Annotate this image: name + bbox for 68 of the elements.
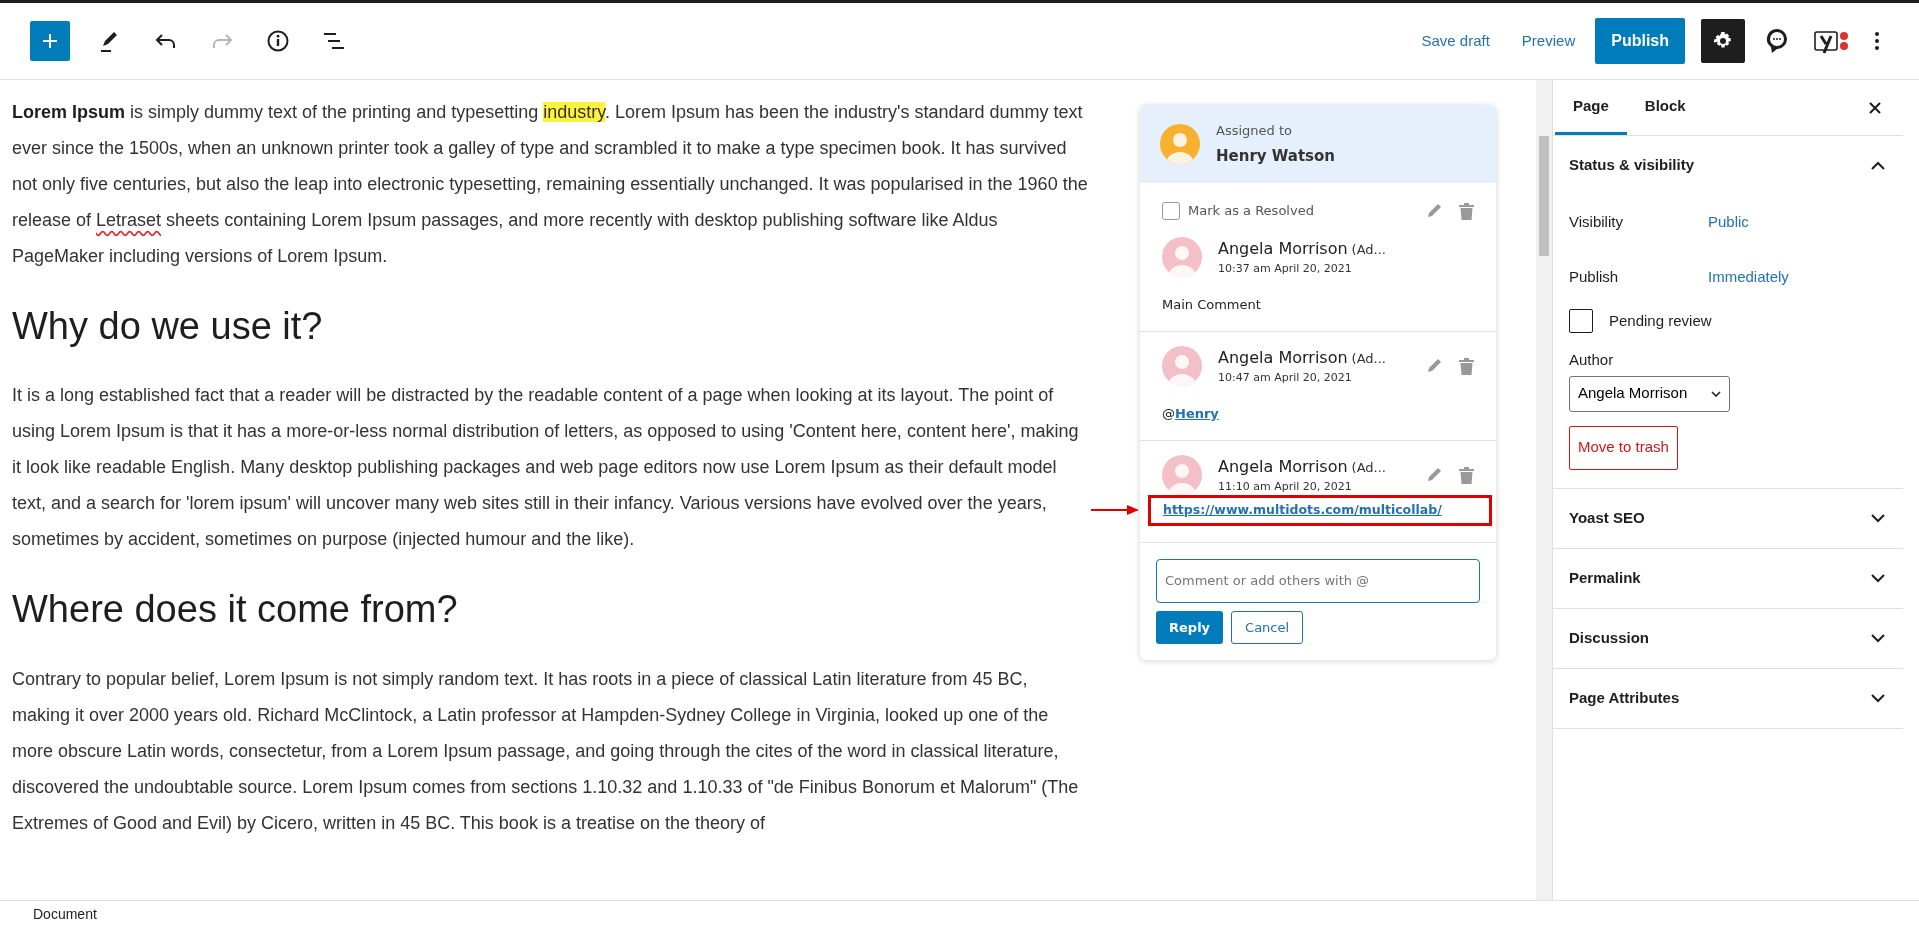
mention-link[interactable]: Henry [1175, 404, 1219, 424]
author-name: Angela Morrison [1218, 455, 1348, 478]
paragraph: It is a long established fact that a reader will be distracted by the readable content of a page when looking at its layout. The point of using Lorem Ipsum is that it has a more-or-less normal distribution of letters, as opposed to using 'Content here, content here', making it look like readable English. Many desktop publishing packages and web page editors now use Lorem Ipsum as their default model text, and a search for 'lorem ipsum' will uncover many web sites still in their infancy. Various versions have evolved over the years, sometimes by accident, sometimes on purpose (injected humour and the like). [12, 384, 1080, 552]
comment-time: 10:47 am April 20, 2021 [1218, 369, 1353, 386]
avatar-icon [1162, 345, 1202, 386]
heading: Why do we use it? [12, 304, 324, 349]
pencil-icon[interactable] [1426, 202, 1443, 220]
plus-icon [40, 31, 60, 51]
info-icon [267, 30, 289, 52]
comment-bubble-icon [1765, 27, 1789, 55]
comment-text: @ [1162, 405, 1175, 423]
trash-icon[interactable] [1459, 465, 1474, 484]
avatar-icon [1162, 236, 1202, 277]
pending-review-checkbox[interactable] [1569, 309, 1593, 333]
author-role: (Ad... [1351, 349, 1386, 368]
assignee-name: Henry Watson [1216, 145, 1336, 167]
sidebar-tab[interactable]: Block [1626, 80, 1704, 135]
preview-link[interactable]: Preview [1509, 21, 1588, 61]
chevron-down-icon [1711, 390, 1721, 397]
value-link[interactable]: Public [1708, 211, 1749, 234]
comment-text: Main Comment [1162, 296, 1261, 314]
save-draft-link[interactable]: Save draft [1409, 21, 1502, 61]
resolve-checkbox[interactable] [1162, 201, 1180, 220]
comment-link[interactable]: https://www.multidots.com/multicollab/ [1163, 501, 1442, 520]
author-name: Angela Morrison [1218, 237, 1348, 260]
avatar-icon [1160, 124, 1200, 164]
author-role: (Ad... [1351, 240, 1386, 259]
sidebar-tab[interactable]: Page [1555, 80, 1627, 135]
assigned-label: Assigned to [1216, 122, 1293, 140]
close-icon [1868, 100, 1882, 115]
cancel-button[interactable]: Cancel [1231, 610, 1304, 645]
field-label: Author [1569, 350, 1615, 370]
resolve-label: Mark as a Resolved [1188, 202, 1314, 220]
value-link[interactable]: Immediately [1708, 266, 1789, 289]
breadcrumb[interactable]: Document [33, 904, 97, 925]
author-role: (Ad... [1351, 458, 1386, 477]
list-view-icon [323, 32, 345, 50]
plus-button[interactable] [30, 21, 70, 61]
avatar-icon [1162, 454, 1202, 495]
settings-button[interactable] [1701, 19, 1745, 63]
panel-header[interactable]: Permalink [1553, 548, 1903, 608]
heading: Where does it come from? [12, 587, 459, 633]
panel-header[interactable]: Page Attributes [1553, 668, 1903, 728]
comment-time: 11:10 am April 20, 2021 [1218, 478, 1353, 495]
paragraph: Contrary to popular belief, Lorem Ipsum is not simply random text. It has roots in a piece of classical Latin literature from 45 BC, making it over 2000 years old. Richard McClintock, a Latin professor at Hampden-Sydney College in Virginia, looked up one of the more obscure Latin words, consectetur, from a Lorem Ipsum passage, and going through the cites of the word in classical literature, discovered the undoubtable source. Lorem Ipsum comes from sections 1.10.32 and 1.10.33 of "de Finibus Bonorum et Malorum" (The Extremes of Good and Evil) by Cicero, written in 45 BC. This book is a treatise on the theory of [12, 667, 1080, 835]
pencil-icon[interactable] [1426, 357, 1443, 375]
reply-button[interactable]: Reply [1156, 610, 1224, 645]
annotation-arrow [1091, 505, 1139, 516]
panel-header[interactable]: Status & visibility [1553, 136, 1903, 195]
trash-icon[interactable] [1459, 201, 1474, 220]
field-label: Publish [1569, 267, 1620, 288]
trash-icon[interactable] [1459, 356, 1474, 375]
paragraph: Lorem Ipsum is simply dummy text of the printing and typesetting industry. Lorem Ipsum has been the industry's standard dummy text ever since the 1500s, when an unknown printer took a galley of type and scrambled it to make a type specimen book. It has survived not only five centuries, but also the leap into electronic typesetting, remaining essentially unchanged. It was popularised in the 1960 the release of Letraset sheets containing Lorem Ipsum passages, and more recently with desktop publishing software like Aldus PageMaker including versions of Lorem Ipsum. [12, 101, 1088, 268]
move-to-trash-button[interactable]: Move to trash [1569, 425, 1678, 470]
author-select[interactable]: Angela Morrison [1569, 375, 1730, 412]
panel-header[interactable]: Discussion [1553, 608, 1903, 668]
field-label: Visibility [1569, 212, 1624, 233]
redo-icon [211, 33, 233, 49]
undo-icon [155, 33, 177, 49]
checkbox-label: Pending review [1609, 310, 1712, 331]
scrollbar[interactable] [1536, 80, 1552, 900]
more-options-icon [1874, 31, 1880, 51]
author-name: Angela Morrison [1218, 346, 1348, 369]
panel-header[interactable]: Yoast SEO [1553, 488, 1903, 548]
comment-time: 10:37 am April 20, 2021 [1218, 260, 1353, 277]
comment-input[interactable]: Comment or add others with @ [1156, 558, 1480, 603]
pencil-icon[interactable] [1426, 466, 1443, 484]
publish-button[interactable]: Publish [1595, 18, 1685, 64]
